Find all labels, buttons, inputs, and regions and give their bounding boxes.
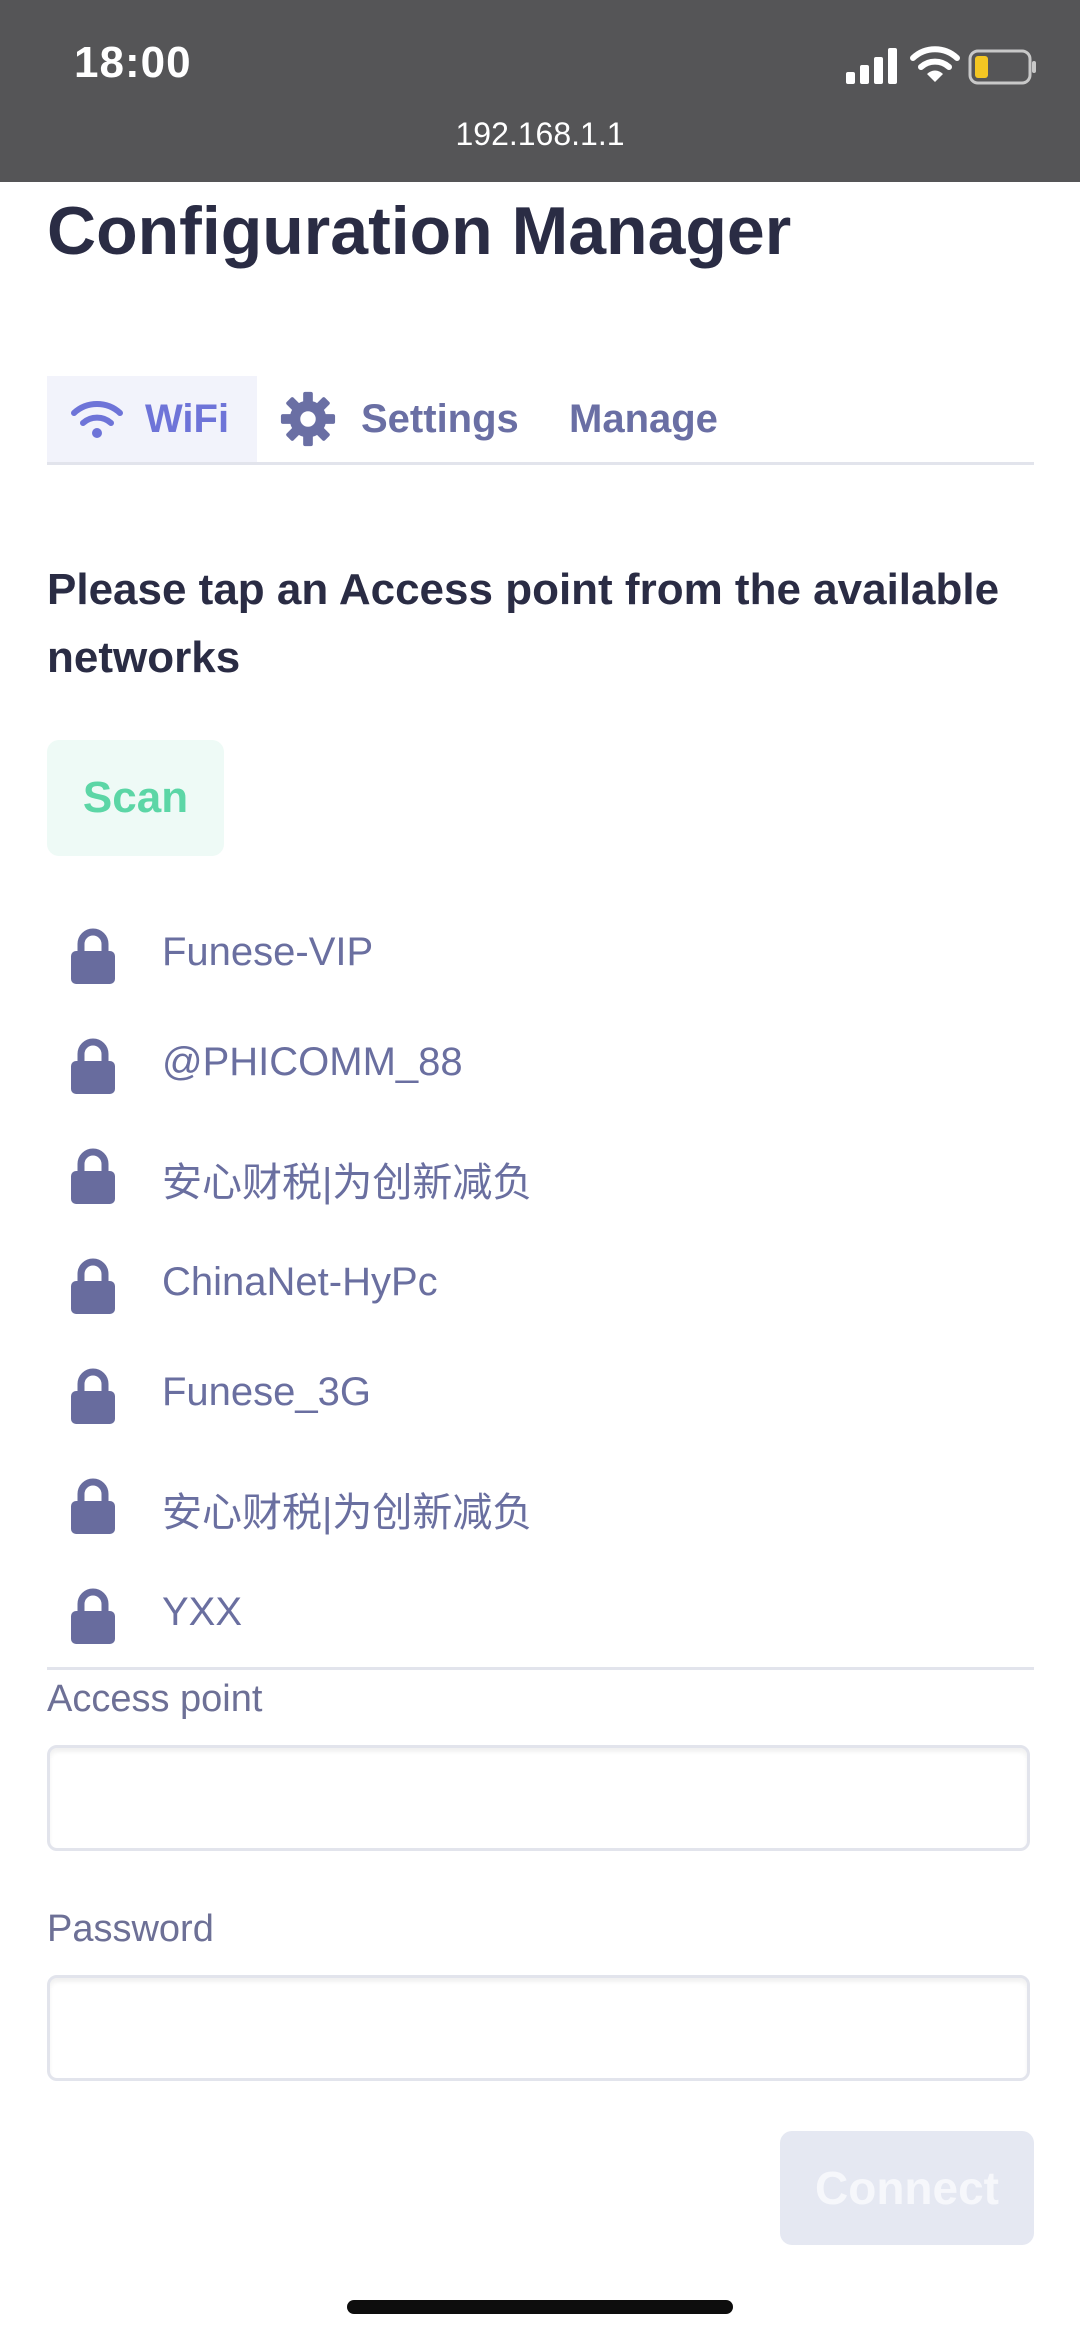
clock: 18:00 [74,38,192,87]
url-bar[interactable]: 192.168.1.1 [0,116,1080,153]
tab-settings-label: Settings [361,396,519,441]
network-item[interactable]: YXX [47,1564,1034,1674]
access-point-label: Access point [47,1678,263,1720]
network-name: Funese_3G [162,1370,372,1414]
cellular-signal-icon [846,48,897,84]
connect-button[interactable]: Connect [780,2131,1034,2245]
network-list: Funese-VIP @PHICOMM_88 安心财税|为创新减负 ChinaN… [47,904,1034,1674]
tab-bar: WiFi Settings Manage [47,376,1034,465]
network-name: Funese-VIP [162,930,374,974]
tab-wifi[interactable]: WiFi [47,376,257,462]
network-name: 安心财税|为创新减负 [162,1161,533,1205]
network-name: ChinaNet-HyPc [162,1260,438,1304]
home-indicator[interactable] [347,2300,733,2314]
network-item[interactable]: Funese-VIP [47,904,1034,1014]
lock-icon [71,1588,115,1644]
status-bar: 18:00 192.168.1.1 [0,0,1080,182]
network-name: 安心财税|为创新减负 [162,1491,533,1535]
network-item[interactable]: ChinaNet-HyPc [47,1234,1034,1344]
network-item[interactable]: 安心财税|为创新减负 [47,1454,1034,1564]
lock-icon [71,1478,115,1534]
instructions-text: Please tap an Access point from the avai… [47,565,1000,682]
tab-manage-label: Manage [569,396,718,441]
tab-manage[interactable]: Manage [569,376,718,462]
access-point-input[interactable] [47,1745,1030,1851]
lock-icon [71,1038,115,1094]
lock-icon [71,928,115,984]
password-input[interactable] [47,1975,1030,2081]
gear-icon [280,391,336,447]
lock-icon [71,1368,115,1424]
tab-settings[interactable]: Settings [279,376,519,462]
network-item[interactable]: 安心财税|为创新减负 [47,1124,1034,1234]
page-title: Configuration Manager [47,193,792,269]
lock-icon [71,1258,115,1314]
tab-wifi-label: WiFi [145,396,230,441]
network-item[interactable]: Funese_3G [47,1344,1034,1454]
password-label: Password [47,1908,214,1950]
network-item[interactable]: @PHICOMM_88 [47,1014,1034,1124]
divider [47,1667,1034,1670]
battery-icon [968,49,1036,85]
wifi-icon [71,401,123,438]
scan-button[interactable]: Scan [47,740,224,856]
network-name: YXX [162,1590,243,1634]
lock-icon [71,1148,115,1204]
network-name: @PHICOMM_88 [162,1040,463,1084]
wifi-status-icon [910,46,960,82]
